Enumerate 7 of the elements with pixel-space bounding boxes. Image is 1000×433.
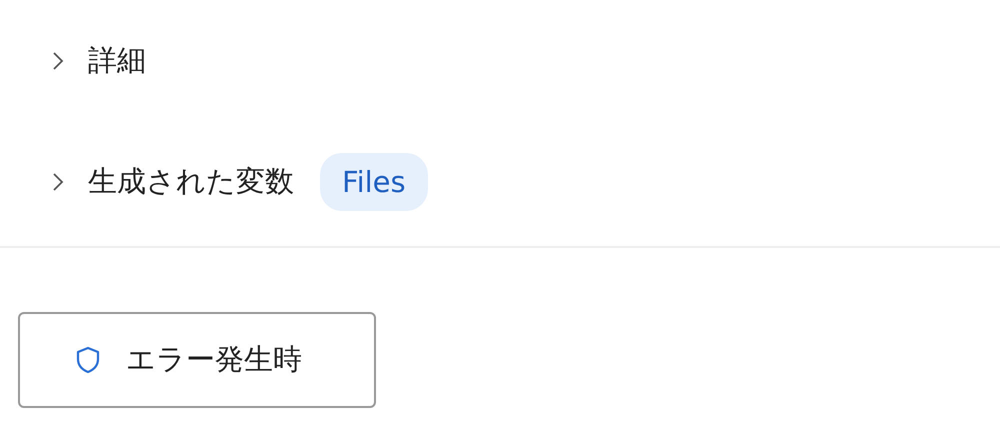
on-error-button[interactable]: エラー発生時 <box>18 312 376 408</box>
section-toggle[interactable]: 詳細 <box>52 41 146 81</box>
chevron-icon <box>52 172 64 192</box>
shield-icon <box>76 346 100 374</box>
section-toggle[interactable]: 生成された変数 <box>52 162 294 202</box>
variable-tag[interactable]: Files <box>320 153 428 211</box>
chevron-icon <box>52 51 64 71</box>
